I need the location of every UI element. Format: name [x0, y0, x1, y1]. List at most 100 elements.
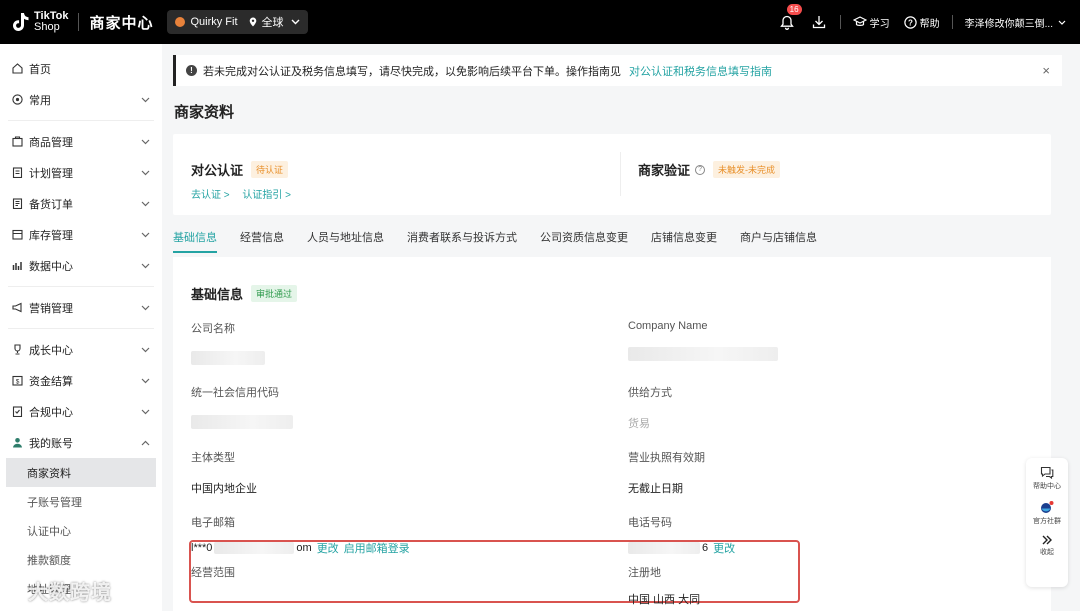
megaphone-icon [11, 302, 22, 313]
community-button[interactable]: 官方社群 [1033, 500, 1061, 526]
notice-guide-link[interactable]: 对公认证和税务信息填写指南 [629, 63, 772, 79]
tab-business-info[interactable]: 经营信息 [240, 229, 284, 247]
sidebar-item-products[interactable]: 商品管理 [0, 126, 162, 157]
watermark: 大数跨境 [6, 576, 112, 605]
sidebar-item-plans[interactable]: 计划管理 [0, 157, 162, 188]
sidebar-subitem-merchant-profile[interactable]: 商家资料 [6, 458, 156, 487]
tab-consumer-contact[interactable]: 消费者联系与投诉方式 [407, 229, 517, 247]
sidebar-item-label: 常用 [29, 94, 51, 107]
chevron-down-icon [141, 170, 150, 175]
chevron-down-icon [291, 19, 300, 25]
graduation-cap-icon [852, 16, 867, 26]
field-label: 经营范围 [191, 567, 235, 579]
chart-icon [12, 262, 22, 270]
sidebar-subitem-quota[interactable]: 推款额度 [0, 545, 162, 574]
product-icon [11, 136, 23, 147]
sidebar-item-marketing[interactable]: 营销管理 [0, 292, 162, 323]
tiktok-shop-logo[interactable]: TikTok Shop [12, 11, 68, 33]
top-bar: TikTok Shop 商家中心 Quirky Fit 全球 16 学习 ? 帮… [0, 0, 1080, 44]
sidebar-item-data-center[interactable]: 数据中心 [0, 250, 162, 281]
sidebar: 首页 常用 商品管理 计划管理 备货订单 库存管理 数据中心 营销管理 成长中心… [0, 44, 162, 611]
logo-line-2: Shop [34, 21, 60, 33]
sidebar-item-inventory[interactable]: 库存管理 [0, 219, 162, 250]
sidebar-item-compliance[interactable]: 合规中心 [0, 396, 162, 427]
corporate-certification: 对公认证 待认证 去认证 > 认证指引 > [191, 160, 301, 201]
chevron-down-icon [141, 305, 150, 310]
floating-toolbar: 帮助中心 官方社群 收起 [1026, 458, 1068, 587]
star-icon [11, 94, 23, 105]
help-center-label: 帮助中心 [1033, 483, 1061, 490]
field-label: 统一社会信用代码 [191, 387, 279, 399]
sidebar-item-label: 我的账号 [29, 437, 73, 450]
chevron-down-icon [141, 97, 150, 102]
tab-basic-info[interactable]: 基础信息 [173, 229, 217, 253]
redacted-value [628, 347, 778, 361]
sidebar-item-label: 计划管理 [29, 167, 73, 180]
inventory-icon [11, 229, 23, 240]
entity-type-field: 主体类型 中国内地企业 [191, 449, 257, 496]
sidebar-item-label: 库存管理 [29, 229, 73, 242]
notification-bell-button[interactable]: 16 [778, 4, 802, 31]
redacted-value [191, 415, 293, 429]
supply-method-field: 供给方式 货易 [628, 384, 672, 431]
sidebar-item-favorites[interactable]: 常用 [0, 84, 162, 115]
topbar-separator [839, 15, 841, 29]
sidebar-item-growth[interactable]: 成长中心 [0, 334, 162, 365]
double-chevron-right-icon [1042, 535, 1052, 545]
download-button[interactable] [810, 13, 828, 31]
tab-people-address[interactable]: 人员与地址信息 [307, 229, 384, 247]
sidebar-divider [8, 286, 154, 287]
help-label: 帮助 [919, 18, 940, 30]
close-icon[interactable]: × [1042, 63, 1050, 78]
license-validity-value: 无截止日期 [628, 483, 683, 495]
shop-switcher[interactable]: Quirky Fit 全球 [167, 10, 308, 34]
tab-qualification-change[interactable]: 公司资质信息变更 [540, 229, 628, 247]
shop-avatar-icon [175, 17, 186, 27]
tab-shop-info-change[interactable]: 店铺信息变更 [651, 229, 717, 247]
field-label: Company Name [628, 320, 708, 332]
download-icon [812, 16, 825, 29]
sidebar-item-my-account[interactable]: 我的账号 [0, 427, 162, 458]
user-name: 李泽修改你颠三倒... [964, 18, 1053, 30]
license-validity-field: 营业执照有效期 无截止日期 [628, 449, 705, 496]
sidebar-divider [8, 120, 154, 121]
section-title: 基础信息 [191, 287, 244, 302]
plan-icon [12, 167, 22, 178]
help-center-button[interactable]: 帮助中心 [1033, 466, 1061, 491]
tab-merchant-shop-info[interactable]: 商户与店铺信息 [740, 229, 817, 247]
user-menu[interactable]: 李泽修改你颠三倒... [965, 15, 1066, 30]
redacted-value [191, 351, 265, 365]
basic-info-card: 基础信息 审批通过 公司名称 Company Name 统一社会信用代码 供给方… [173, 257, 1051, 611]
community-label: 官方社群 [1033, 518, 1061, 525]
community-icon [1041, 501, 1054, 513]
main-content: ! 若未完成对公认证及税务信息填写，请尽快完成，以免影响后续平台下单。操作指南见… [162, 44, 1080, 611]
sidebar-subitem-verification-center[interactable]: 认证中心 [0, 516, 162, 545]
wallet-icon: $ [11, 375, 23, 386]
sidebar-subitem-sub-accounts[interactable]: 子账号管理 [0, 487, 162, 516]
seller-center-title: 商家中心 [89, 14, 154, 32]
chevron-down-icon [141, 232, 150, 237]
sidebar-divider [8, 328, 154, 329]
tiktok-logo-icon [13, 13, 29, 31]
sidebar-item-home[interactable]: 首页 [0, 53, 162, 84]
certification-card: 对公认证 待认证 去认证 > 认证指引 > 商家验证 ? 未触发-未完成 [173, 134, 1051, 215]
company-name-en-field: Company Name [628, 320, 778, 364]
question-mark-icon[interactable]: ? [695, 164, 706, 175]
collapse-button[interactable]: 收起 [1040, 535, 1054, 557]
status-badge: 未触发-未完成 [713, 161, 781, 178]
sidebar-item-orders[interactable]: 备货订单 [0, 188, 162, 219]
sidebar-item-label: 营销管理 [29, 302, 73, 315]
help-link[interactable]: ? 帮助 [903, 15, 940, 30]
go-certify-link[interactable]: 去认证 > [191, 190, 230, 201]
learn-link[interactable]: 学习 [852, 15, 890, 30]
field-label: 主体类型 [191, 452, 235, 464]
sidebar-item-settlement[interactable]: $ 资金结算 [0, 365, 162, 396]
business-scope-field: 经营范围 [191, 564, 235, 580]
entity-type-value: 中国内地企业 [191, 483, 257, 495]
sidebar-item-label: 数据中心 [29, 260, 73, 273]
cert-guide-link[interactable]: 认证指引 > [242, 190, 291, 201]
logo-divider [78, 13, 80, 31]
sidebar-item-label: 备货订单 [29, 198, 73, 211]
watermark-text: 大数跨境 [28, 582, 112, 604]
home-icon [11, 63, 23, 74]
